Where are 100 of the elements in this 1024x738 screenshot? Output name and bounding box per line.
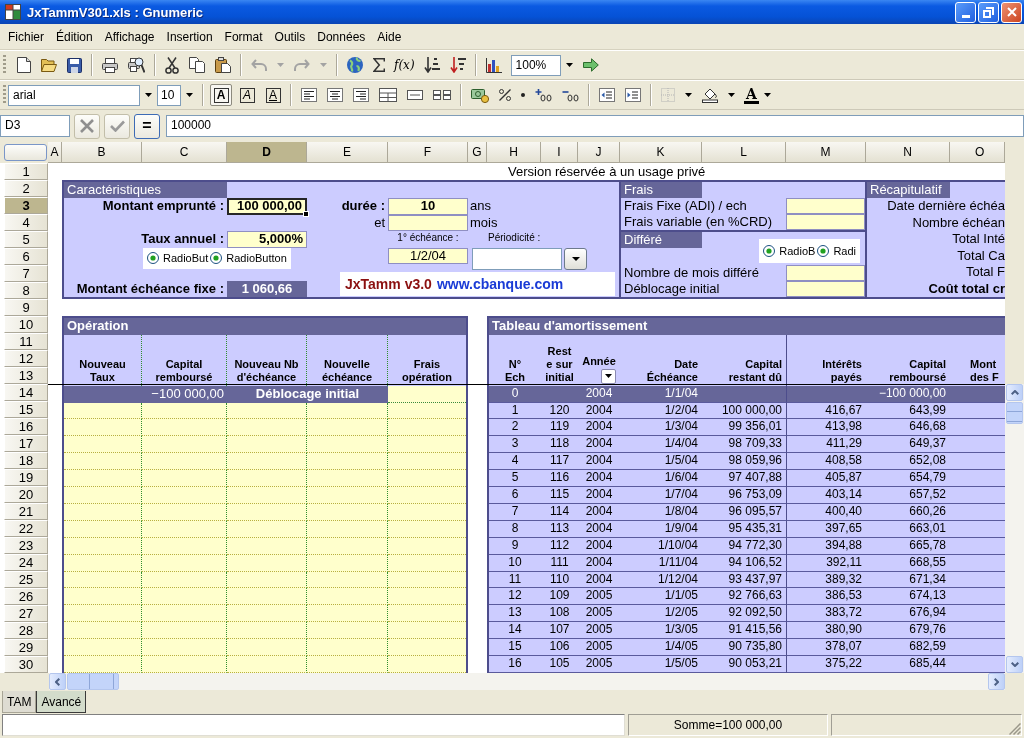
merge-cells-icon[interactable]	[379, 88, 397, 102]
column-header[interactable]: M	[786, 142, 866, 163]
input-cell[interactable]	[64, 605, 142, 623]
radio-button[interactable]: Radi	[817, 244, 856, 257]
column-header[interactable]: F	[388, 142, 468, 163]
row-header[interactable]: 11	[4, 333, 48, 350]
input-cell[interactable]	[227, 639, 307, 657]
row-header[interactable]: 16	[4, 418, 48, 435]
row-header[interactable]: 9	[4, 299, 48, 316]
add-decimal-icon[interactable]	[535, 88, 552, 102]
column-header[interactable]: L	[702, 142, 786, 163]
zoom-field[interactable]: 100%	[510, 54, 561, 76]
input-cell[interactable]	[64, 639, 142, 657]
sheet-tab[interactable]: TAM	[2, 691, 37, 713]
column-header[interactable]: E	[307, 142, 388, 163]
align-right-icon[interactable]	[353, 88, 369, 102]
input-cell[interactable]	[307, 487, 388, 504]
paste-icon[interactable]	[215, 57, 231, 73]
input-cell[interactable]	[388, 453, 466, 471]
cell-reference-field[interactable]: D3	[0, 115, 70, 137]
input-cell[interactable]	[142, 639, 227, 657]
input-cell[interactable]	[64, 487, 142, 504]
scroll-up-button[interactable]	[1006, 384, 1023, 401]
accept-button[interactable]	[104, 113, 130, 139]
caret-down-icon[interactable]	[728, 93, 735, 97]
row-header[interactable]: 26	[4, 588, 48, 605]
input-cell[interactable]	[142, 487, 227, 504]
column-header[interactable]: C	[142, 142, 227, 163]
input-cell[interactable]	[388, 419, 466, 437]
radio-button[interactable]: RadioButton	[210, 252, 287, 265]
split-cells-icon[interactable]	[433, 90, 451, 100]
menu-item[interactable]: Fichier	[2, 27, 50, 46]
dot-icon[interactable]	[521, 93, 525, 97]
input-cell[interactable]	[142, 470, 227, 488]
caret-down-icon[interactable]	[186, 93, 193, 97]
input-cell[interactable]	[388, 385, 466, 403]
row-header[interactable]: 12	[4, 350, 48, 367]
font-color-button[interactable]: A	[744, 86, 759, 104]
input-cell[interactable]	[388, 470, 466, 488]
input-cell[interactable]	[307, 622, 388, 640]
input-cell[interactable]	[227, 487, 307, 504]
row-header[interactable]: 22	[4, 520, 48, 537]
sheet-tab[interactable]: Avancé	[36, 691, 87, 713]
row-header[interactable]: 18	[4, 452, 48, 469]
input-cell[interactable]	[142, 436, 227, 454]
row-header[interactable]: 15	[4, 401, 48, 418]
close-button[interactable]	[1001, 1, 1022, 23]
input-cell[interactable]	[64, 588, 142, 606]
input-cell[interactable]	[388, 622, 466, 640]
caret-down-icon[interactable]	[763, 93, 771, 97]
menu-item[interactable]: Format	[218, 27, 269, 46]
input-cell[interactable]	[307, 470, 388, 488]
arrow-right-icon[interactable]	[582, 58, 599, 72]
formula-field[interactable]: 100000	[166, 115, 1024, 137]
scroll-thumb[interactable]	[1006, 402, 1023, 424]
input-cell[interactable]	[786, 214, 865, 230]
row-header[interactable]: 13	[4, 367, 48, 384]
menu-item[interactable]: Insertion	[160, 27, 219, 46]
column-header[interactable]: K	[620, 142, 702, 163]
restore-button[interactable]	[978, 1, 999, 23]
input-cell[interactable]	[64, 656, 142, 673]
toolbar-grip[interactable]	[3, 85, 6, 105]
input-cell[interactable]	[227, 419, 307, 437]
scroll-left-button[interactable]	[49, 673, 66, 690]
horizontal-scrollbar[interactable]	[49, 673, 1005, 690]
menu-item[interactable]: Affichage	[98, 27, 161, 46]
row-header[interactable]: 19	[4, 469, 48, 486]
input-cell[interactable]	[388, 605, 466, 623]
copy-icon[interactable]	[189, 57, 205, 73]
radio-button[interactable]: RadioB	[763, 244, 816, 257]
input-cell[interactable]	[307, 605, 388, 623]
row-header[interactable]: 30	[4, 656, 48, 673]
filter-button[interactable]	[601, 368, 616, 384]
input-cell[interactable]	[64, 419, 142, 437]
input-cell[interactable]	[142, 622, 227, 640]
currency-icon[interactable]	[471, 87, 489, 103]
percent-icon[interactable]	[499, 89, 511, 101]
row-header[interactable]: 27	[4, 605, 48, 622]
input-cell[interactable]	[227, 470, 307, 488]
fill-handle[interactable]	[303, 210, 309, 217]
vertical-scrollbar[interactable]	[1005, 384, 1024, 673]
indent-icon[interactable]	[625, 88, 641, 102]
input-cell[interactable]	[227, 453, 307, 471]
sigma-icon[interactable]	[373, 58, 385, 72]
input-cell[interactable]	[142, 453, 227, 471]
select-all-button[interactable]	[4, 144, 47, 161]
sort-ascending-icon[interactable]	[423, 57, 440, 73]
outdent-icon[interactable]	[599, 88, 615, 102]
column-header[interactable]: O	[950, 142, 1005, 163]
row-header[interactable]: 8	[4, 282, 48, 299]
sort-descending-icon[interactable]	[449, 57, 466, 73]
input-cell[interactable]	[227, 622, 307, 640]
column-header[interactable]: D	[227, 142, 307, 163]
row-header[interactable]: 4	[4, 214, 48, 231]
input-cell[interactable]	[388, 639, 466, 657]
input-cell[interactable]	[307, 453, 388, 471]
input-cell[interactable]	[307, 639, 388, 657]
minimize-button[interactable]	[955, 1, 976, 23]
row-header[interactable]: 25	[4, 571, 48, 588]
input-cell[interactable]	[388, 487, 466, 504]
